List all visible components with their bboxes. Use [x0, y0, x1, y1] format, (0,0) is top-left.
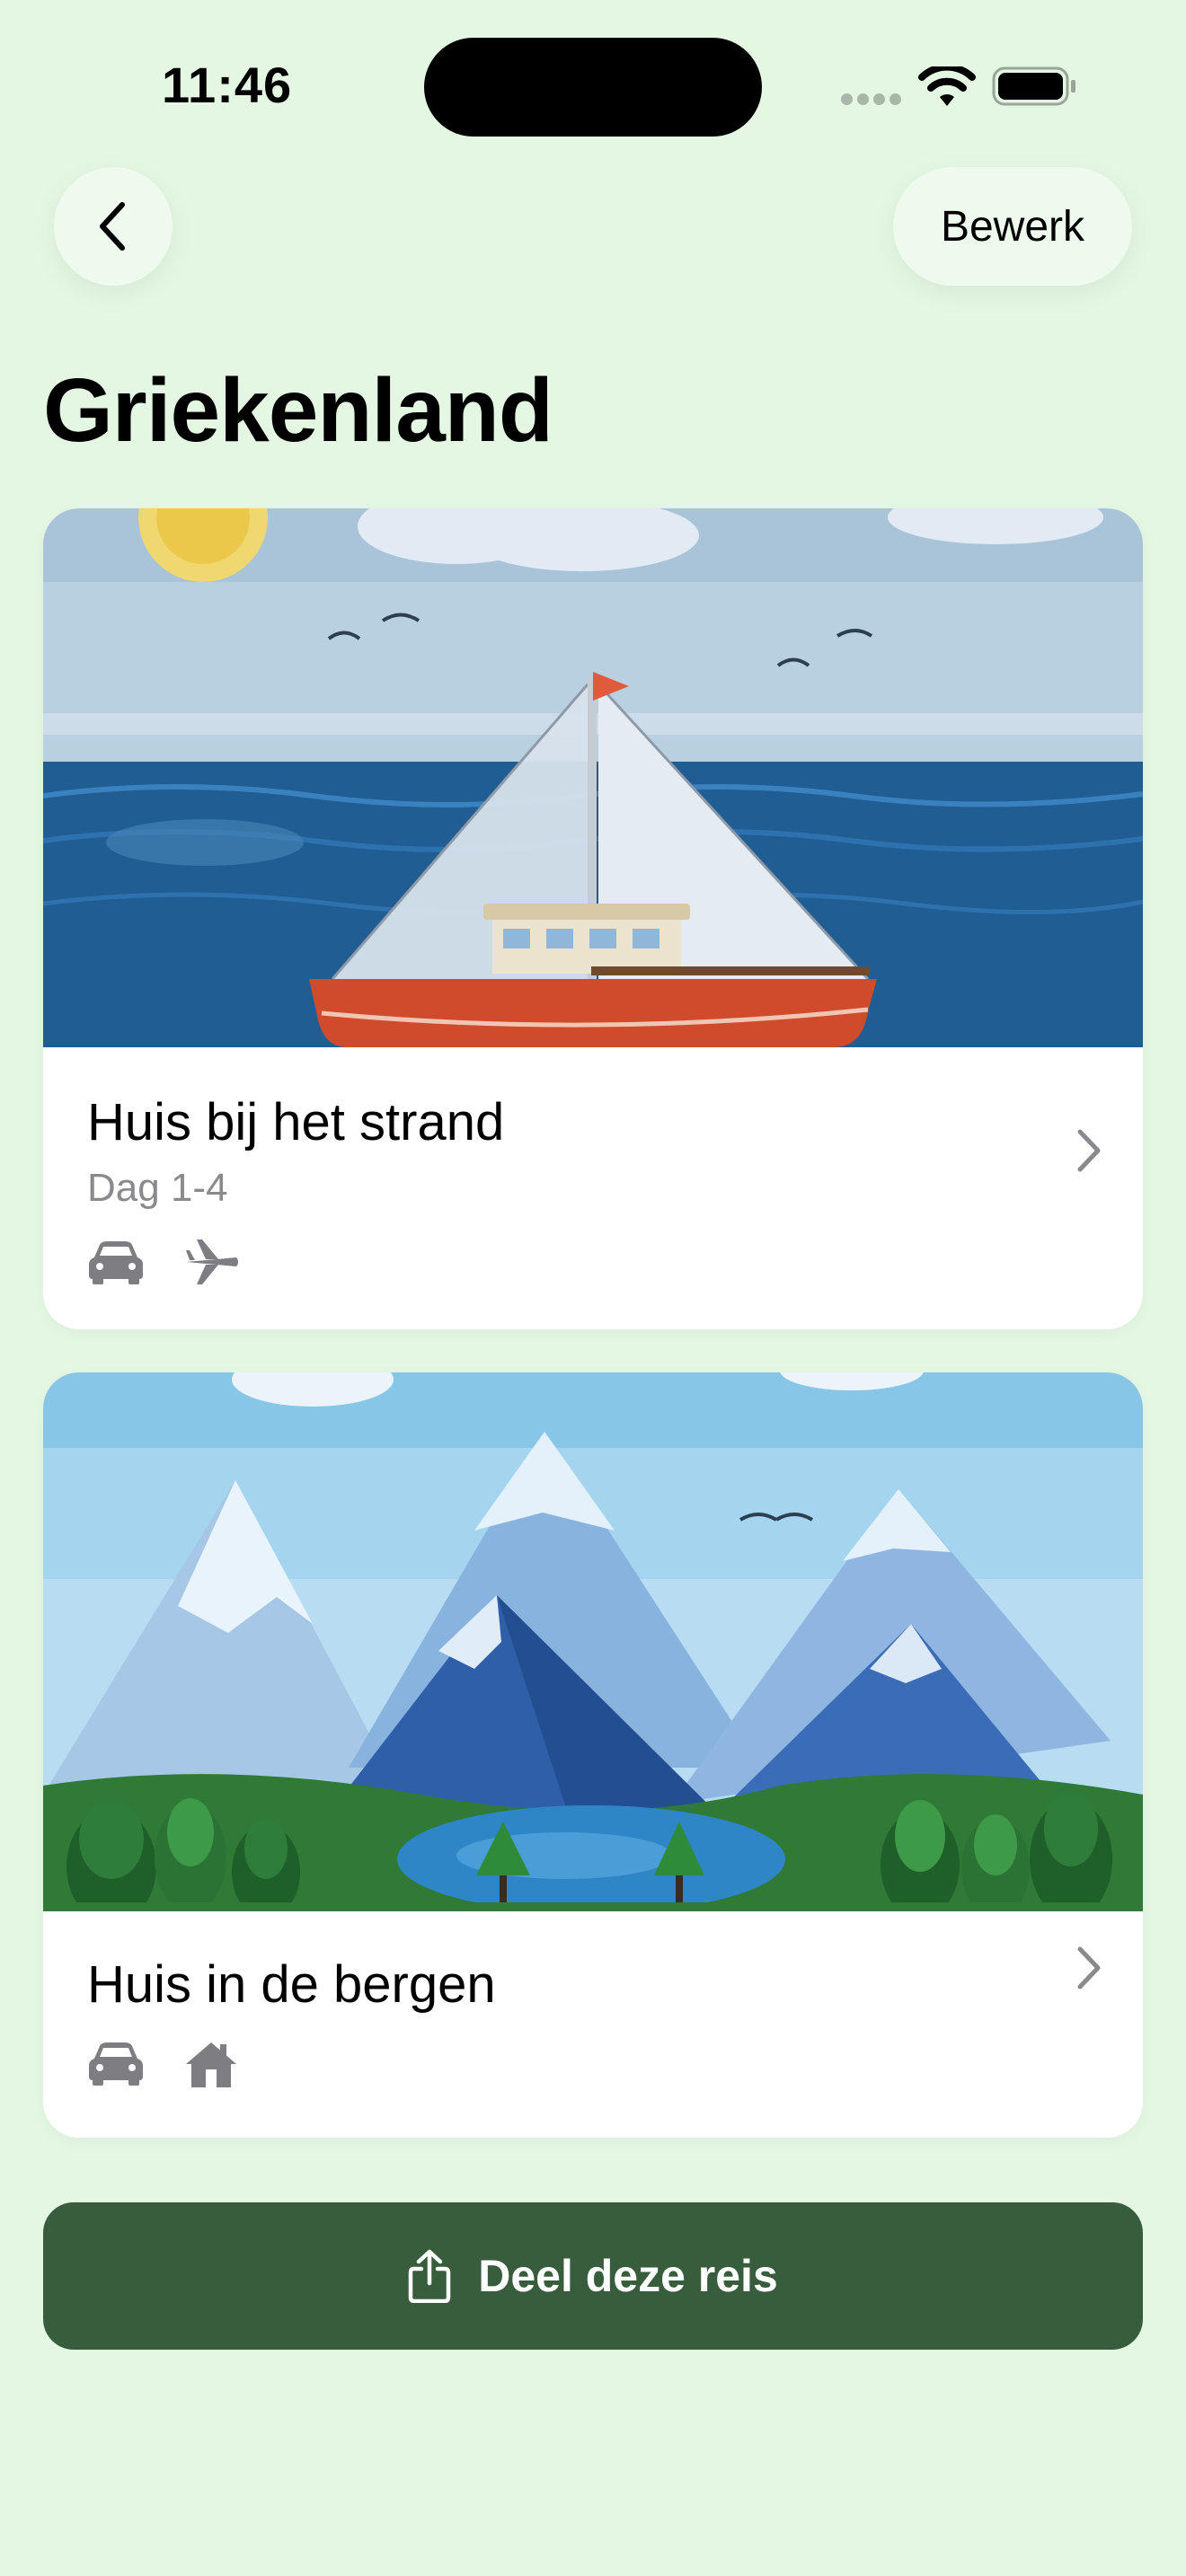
trip-card-beach[interactable]: Huis bij het strand Dag 1-4	[43, 508, 1143, 1329]
back-button[interactable]	[54, 167, 173, 286]
cellular-signal-icon	[841, 93, 906, 110]
trip-title: Huis in de bergen	[87, 1955, 496, 2014]
dynamic-island	[424, 38, 762, 137]
edit-button[interactable]: Bewerk	[893, 167, 1132, 286]
sailboat-illustration	[43, 508, 1143, 1047]
house-icon	[186, 2042, 236, 2087]
share-trip-label: Deel deze reis	[478, 2251, 778, 2301]
status-time: 11:46	[162, 57, 293, 113]
battery-icon	[992, 66, 1075, 106]
wifi-icon	[918, 66, 976, 106]
car-icon	[89, 1241, 143, 1284]
chevron-left-icon	[100, 202, 125, 251]
trip-title: Huis bij het strand	[87, 1093, 505, 1151]
trip-card-mountains[interactable]: Huis in de bergen	[43, 1372, 1143, 2138]
airplane-icon	[186, 1239, 238, 1284]
chevron-right-icon	[1077, 1129, 1101, 1172]
chevron-right-icon	[1077, 1946, 1101, 1989]
trip-days: Dag 1-4	[87, 1166, 228, 1210]
share-icon	[408, 2249, 451, 2303]
share-trip-button[interactable]: Deel deze reis	[43, 2202, 1143, 2350]
car-icon	[89, 2042, 143, 2086]
page-title: Griekenland	[43, 360, 553, 461]
mountains-illustration	[43, 1372, 1143, 1911]
